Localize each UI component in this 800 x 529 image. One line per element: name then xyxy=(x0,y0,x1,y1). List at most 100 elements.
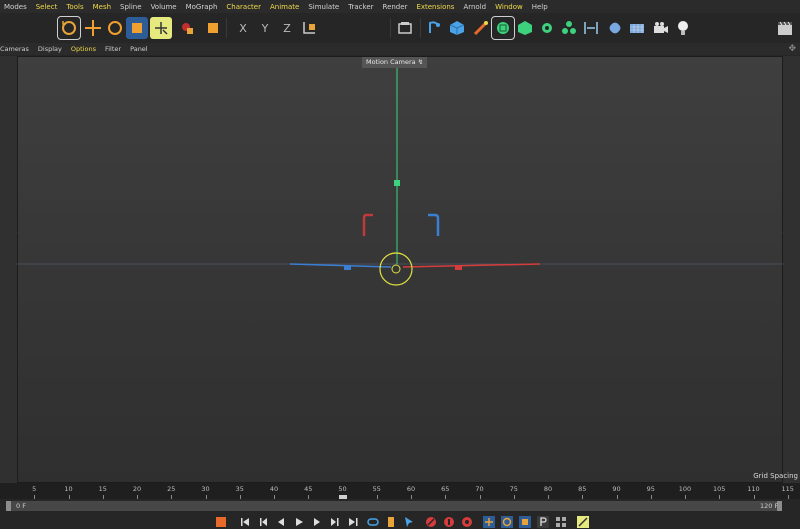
viewport-menu-options[interactable]: Options xyxy=(71,45,96,53)
keyframe-record-button[interactable] xyxy=(214,515,228,529)
next-frame-button[interactable] xyxy=(310,515,324,529)
next-key-button[interactable] xyxy=(328,515,342,529)
add-cube-button[interactable] xyxy=(446,17,468,39)
spline-tools-button[interactable] xyxy=(470,17,492,39)
preview-range-bar[interactable] xyxy=(6,501,782,511)
left-panel-edge xyxy=(0,56,17,483)
play-mode-button[interactable] xyxy=(384,515,398,529)
menu-mograph[interactable]: MoGraph xyxy=(186,3,218,11)
viewport-menu-bar: Cameras Display Options Filter Panel xyxy=(0,43,800,55)
timeline-tick-label: 90 xyxy=(612,485,621,493)
selection-tool-button[interactable] xyxy=(150,17,172,39)
keyframe-mode-button[interactable] xyxy=(460,515,474,529)
viewport-menu-panel[interactable]: Panel xyxy=(130,45,148,53)
generator-cube-button[interactable] xyxy=(514,17,536,39)
menu-help[interactable]: Help xyxy=(532,3,548,11)
recent-tool-icon xyxy=(182,23,193,34)
subdivision-button[interactable] xyxy=(491,16,515,40)
previous-frame-button[interactable] xyxy=(274,515,288,529)
menu-select[interactable]: Select xyxy=(36,3,58,11)
menu-tracker[interactable]: Tracker xyxy=(348,3,373,11)
autokey-button[interactable] xyxy=(442,515,456,529)
axis-y-label: Y xyxy=(261,21,269,35)
parameter-icon xyxy=(537,516,549,528)
light-bulb-icon xyxy=(678,21,688,35)
navigate-icon[interactable]: ✥ xyxy=(788,44,796,54)
viewport-menu-cameras[interactable]: Cameras xyxy=(0,45,29,53)
play-button[interactable] xyxy=(292,515,306,529)
deformer-button[interactable] xyxy=(580,17,602,39)
record-active-button[interactable] xyxy=(424,515,438,529)
timeline-tick-label: 50 xyxy=(338,485,347,493)
timeline-dopesheet-button[interactable] xyxy=(576,515,590,529)
coordinate-system-button[interactable] xyxy=(298,17,320,39)
deformer-icon xyxy=(584,22,598,34)
key-rotation-button[interactable] xyxy=(500,515,514,529)
keyframe-selection-button[interactable] xyxy=(402,515,416,529)
floor-button[interactable] xyxy=(626,17,648,39)
pencil-icon xyxy=(473,21,488,36)
field-button[interactable] xyxy=(604,17,626,39)
key-scale-button[interactable] xyxy=(518,515,532,529)
undo-view-button[interactable] xyxy=(57,16,81,40)
camera-name-text: Motion Camera xyxy=(366,58,416,66)
move-tool-button[interactable] xyxy=(82,17,104,39)
menu-simulate[interactable]: Simulate xyxy=(308,3,339,11)
record-icon xyxy=(426,517,436,527)
scale-tool-button[interactable] xyxy=(126,17,148,39)
viewport-menu-display[interactable]: Display xyxy=(38,45,62,53)
autokey-icon xyxy=(444,517,454,527)
timeline-tick-label: 85 xyxy=(578,485,587,493)
axis-z-label: Z xyxy=(283,21,291,35)
lock-x-axis-button[interactable]: X xyxy=(232,17,254,39)
light-button[interactable] xyxy=(672,17,694,39)
go-to-end-button[interactable] xyxy=(346,515,360,529)
menu-volume[interactable]: Volume xyxy=(151,3,177,11)
timeline-tick-label: 105 xyxy=(713,485,726,493)
play-icon xyxy=(296,518,303,526)
go-to-start-button[interactable] xyxy=(238,515,252,529)
menu-extensions[interactable]: Extensions xyxy=(416,3,454,11)
make-editable-button[interactable] xyxy=(202,17,224,39)
cloner-button[interactable] xyxy=(536,17,558,39)
menu-render[interactable]: Render xyxy=(383,3,408,11)
menu-arnold[interactable]: Arnold xyxy=(463,3,486,11)
film-icon xyxy=(388,517,394,527)
viewport-menu-filter[interactable]: Filter xyxy=(105,45,121,53)
rotate-tool-button[interactable] xyxy=(104,17,126,39)
key-parameter-button[interactable] xyxy=(536,515,550,529)
render-queue-button[interactable] xyxy=(774,17,796,39)
key-position-button[interactable] xyxy=(482,515,496,529)
camera-link-icon[interactable]: ↯ xyxy=(418,58,423,66)
3d-viewport[interactable] xyxy=(17,56,783,483)
timeline-tick-label: 60 xyxy=(406,485,416,493)
menu-window[interactable]: Window xyxy=(495,3,523,11)
mograph-spheres-button[interactable] xyxy=(558,17,580,39)
prev-frame-icon xyxy=(278,518,284,526)
axis-x-label: X xyxy=(239,21,247,35)
timeline-ruler[interactable]: 5 10 15 20 25 30 35 40 45 50 55 60 65 70 75 80 85 90 95 100… xyxy=(0,483,800,499)
key-point-level-button[interactable] xyxy=(554,515,568,529)
render-view-button[interactable] xyxy=(394,17,416,39)
menu-spline[interactable]: Spline xyxy=(120,3,142,11)
menu-mesh[interactable]: Mesh xyxy=(93,3,111,11)
lock-z-axis-button[interactable]: Z xyxy=(276,17,298,39)
timeline-tick-label: 115 xyxy=(781,485,794,493)
recent-tool-button[interactable] xyxy=(176,17,198,39)
previous-key-button[interactable] xyxy=(256,515,270,529)
range-start-handle[interactable] xyxy=(6,501,11,511)
lock-y-axis-button[interactable]: Y xyxy=(254,17,276,39)
spline-pen-button[interactable] xyxy=(424,17,446,39)
camera-button[interactable] xyxy=(650,17,672,39)
coordinate-system-icon xyxy=(303,22,315,34)
menu-animate[interactable]: Animate xyxy=(270,3,299,11)
timeline-tick-label: 80 xyxy=(543,485,553,493)
loop-button[interactable] xyxy=(366,515,380,529)
menu-modes[interactable]: Modes xyxy=(4,3,27,11)
undo-icon xyxy=(62,21,76,35)
timeline-tick-label: 110 xyxy=(747,485,760,493)
prev-key-icon xyxy=(260,518,267,526)
menu-character[interactable]: Character xyxy=(226,3,261,11)
range-end-label: 120 F xyxy=(760,502,779,510)
menu-tools[interactable]: Tools xyxy=(66,3,83,11)
